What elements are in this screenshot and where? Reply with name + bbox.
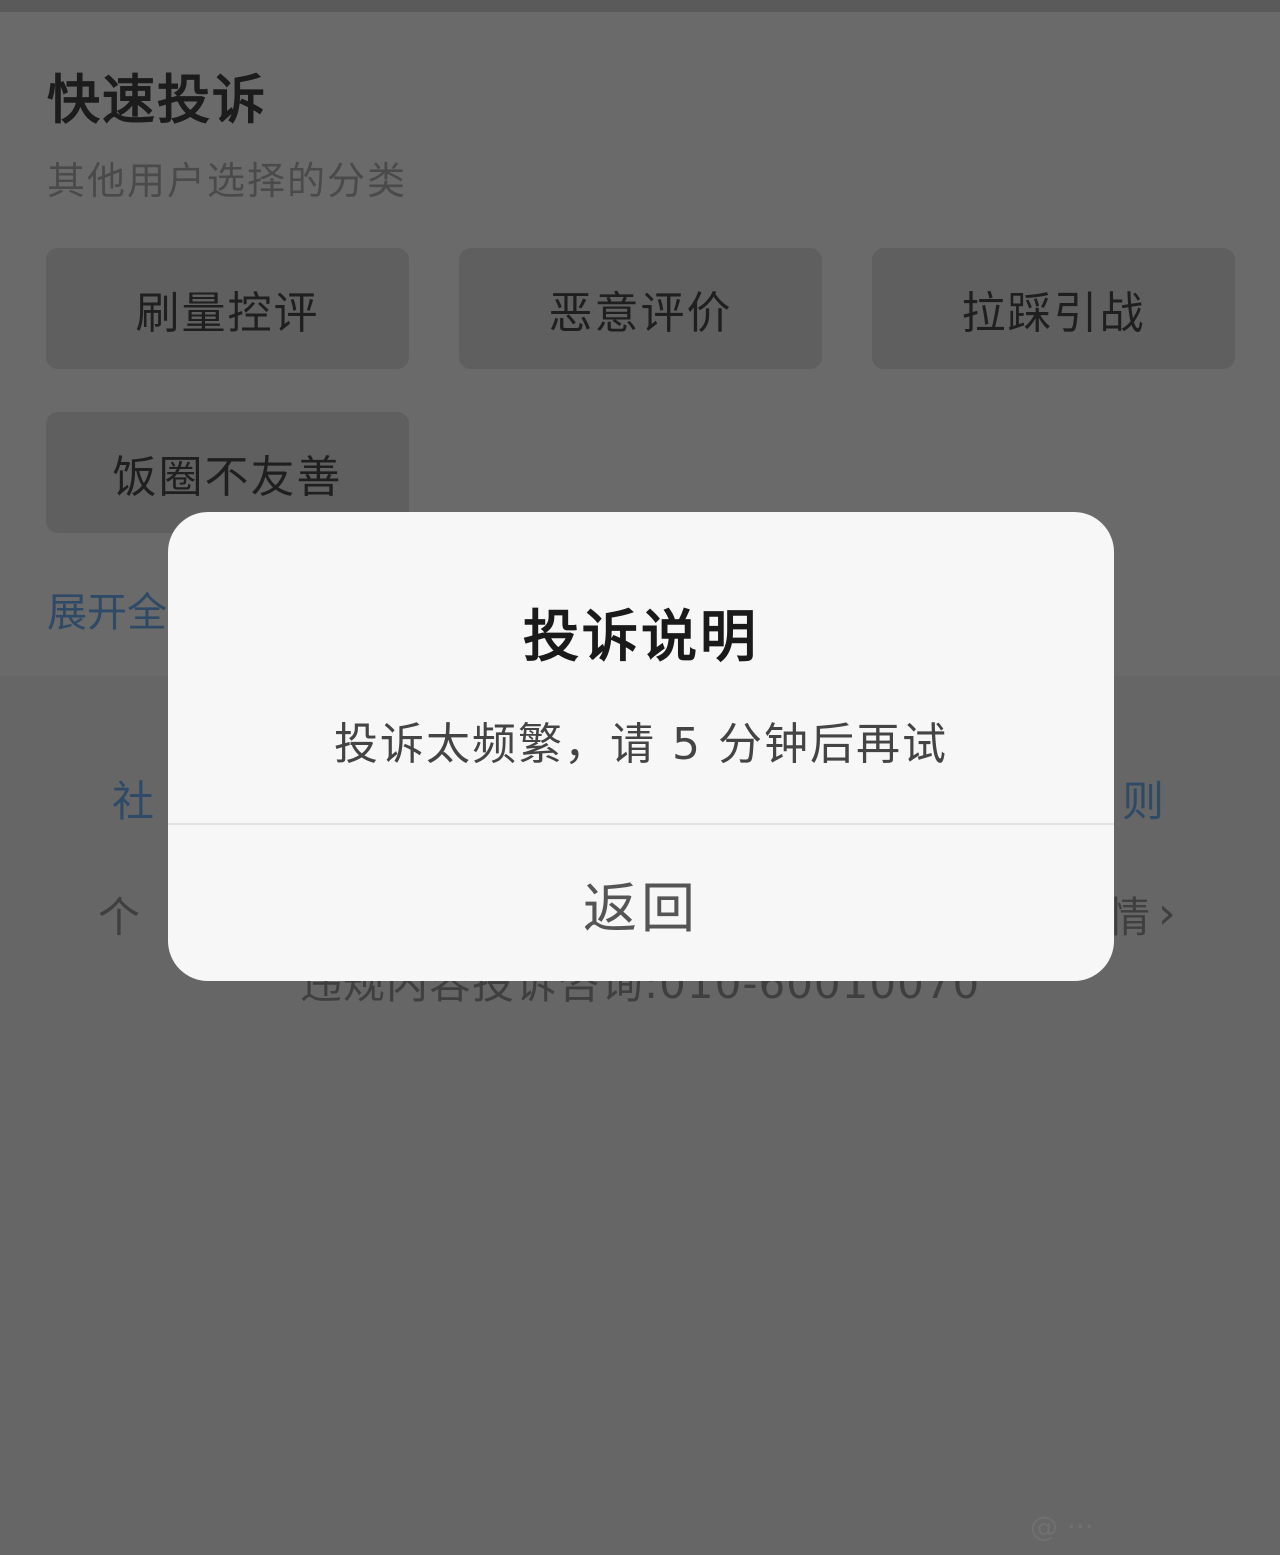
complaint-dialog: 投诉说明 投诉太频繁，请 5 分钟后再试 返回 bbox=[168, 512, 1114, 981]
rules-link[interactable]: 则 bbox=[1122, 768, 1164, 829]
page-subtitle: 其他用户选择的分类 bbox=[47, 159, 408, 203]
personal-info-text[interactable]: 个 bbox=[98, 884, 140, 945]
back-button[interactable]: 返回 bbox=[168, 825, 1114, 981]
community-rules-link[interactable]: 社 bbox=[112, 768, 154, 829]
category-chip[interactable]: 恶意评价 bbox=[459, 248, 822, 369]
top-strip bbox=[0, 0, 1280, 12]
expand-all-link[interactable]: 展开全 bbox=[47, 580, 167, 638]
category-chip[interactable]: 拉踩引战 bbox=[872, 248, 1235, 369]
category-chip[interactable]: 刷量控评 bbox=[46, 248, 409, 369]
page-title: 快速投诉 bbox=[47, 70, 267, 131]
dialog-message: 投诉太频繁，请 5 分钟后再试 bbox=[334, 719, 948, 770]
details-text[interactable]: 情 bbox=[1108, 884, 1150, 945]
chevron-right-icon: › bbox=[1158, 888, 1176, 939]
watermark: @ ··· bbox=[1030, 1510, 1094, 1543]
dialog-title: 投诉说明 bbox=[523, 605, 759, 670]
